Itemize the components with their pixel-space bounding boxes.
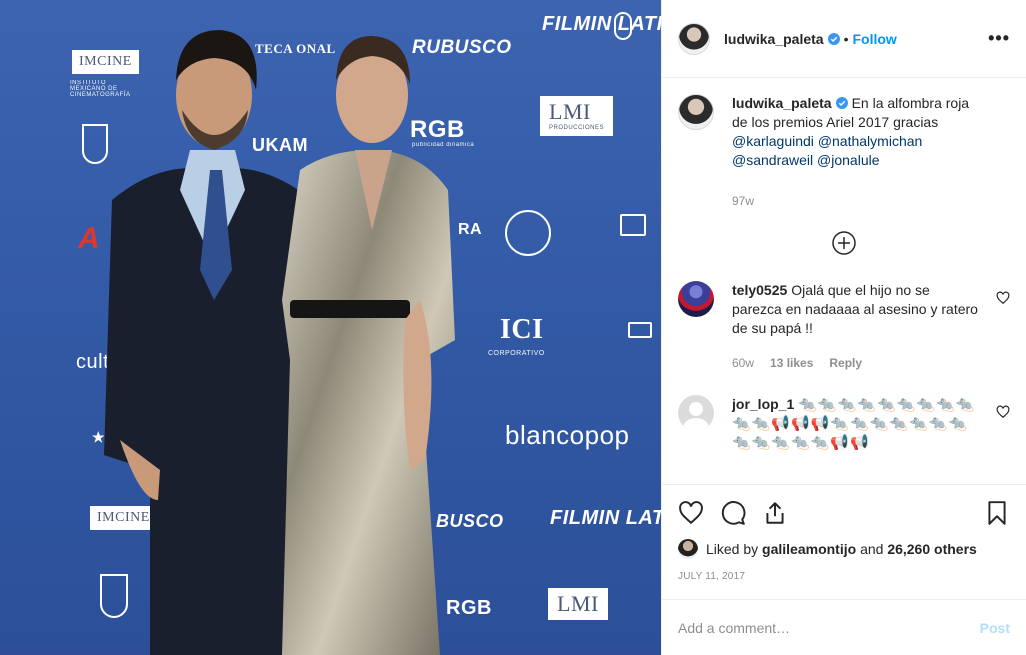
comment-time[interactable]: 60w (732, 354, 754, 373)
mention-link[interactable]: @sandraweil (732, 152, 813, 168)
liked-by-others[interactable]: 26,260 others (887, 541, 977, 557)
share-icon[interactable] (762, 500, 788, 526)
comment-input[interactable] (678, 619, 980, 636)
comment-username[interactable]: tely0525 (732, 282, 787, 298)
more-dots-icon[interactable]: ••• (988, 28, 1010, 49)
comment-item: tely0525 Ojalá que el hijo no se parezca … (678, 281, 1010, 373)
comment-meta: 60w 13 likes Reply (732, 354, 982, 373)
liked-by-user[interactable]: galileamontijo (762, 541, 856, 557)
action-icons (678, 495, 1010, 531)
plus-circle-icon[interactable] (832, 231, 856, 255)
post-actions: Liked by galileamontijo and 26,260 other… (662, 484, 1026, 589)
follow-button[interactable]: Follow (853, 31, 897, 47)
header-separator: • (843, 30, 849, 47)
mention-link[interactable]: @karlaguindi (732, 133, 814, 149)
bookmark-icon[interactable] (984, 500, 1010, 526)
liked-by: Liked by galileamontijo and 26,260 other… (678, 539, 1010, 559)
post-side-panel: ludwika_paleta • Follow ••• ludwika_pale… (661, 0, 1026, 655)
comment-like-heart-icon[interactable] (996, 405, 1010, 419)
couple-figures (104, 30, 455, 655)
author-avatar[interactable] (678, 22, 710, 55)
comments-list: ludwika_paleta En la alfombra roja de los… (662, 78, 1026, 484)
caption-avatar[interactable] (678, 94, 714, 130)
caption-verified-badge-icon (835, 97, 848, 109)
caption: ludwika_paleta En la alfombra roja de los… (678, 94, 1010, 211)
comment-like-heart-icon[interactable] (996, 291, 1010, 305)
commenter-avatar[interactable] (678, 281, 714, 317)
post-date[interactable]: JULY 11, 2017 (678, 571, 1010, 589)
caption-meta: 97w (732, 192, 982, 211)
heart-icon[interactable] (678, 500, 704, 526)
comment-body: jor_lop_1 🐀🐀🐀🐀🐀🐀🐀🐀🐀🐀🐀📢📢📢🐀🐀🐀🐀🐀🐀🐀🐀🐀🐀🐀🐀📢📢 (732, 395, 1010, 452)
woman-figure (282, 36, 455, 655)
author-username[interactable]: ludwika_paleta (724, 31, 824, 47)
post-photo[interactable]: FILMIN LATINO IMCINE INSTITUTO MEXICANO … (0, 0, 661, 655)
mention-link[interactable]: @nathalymichan (818, 133, 923, 149)
add-comment-bar: Post (662, 599, 1026, 655)
liker-avatar[interactable] (678, 539, 698, 559)
caption-username[interactable]: ludwika_paleta (732, 95, 832, 111)
comment-body: tely0525 Ojalá que el hijo no se parezca … (732, 281, 1010, 373)
caption-body: ludwika_paleta En la alfombra roja de los… (732, 94, 1010, 211)
verified-badge-icon (827, 32, 840, 45)
comment-username[interactable]: jor_lop_1 (732, 396, 794, 412)
liked-by-middle: and (860, 541, 884, 557)
commenter-avatar[interactable] (678, 395, 714, 431)
comment-item: jor_lop_1 🐀🐀🐀🐀🐀🐀🐀🐀🐀🐀🐀📢📢📢🐀🐀🐀🐀🐀🐀🐀🐀🐀🐀🐀🐀📢📢 (678, 395, 1010, 452)
mention-link[interactable]: @jonalule (817, 152, 879, 168)
liked-by-prefix: Liked by (706, 541, 759, 557)
post-comment-button[interactable]: Post (980, 620, 1010, 636)
caption-time[interactable]: 97w (732, 192, 754, 211)
comment-likes[interactable]: 13 likes (770, 354, 813, 373)
reply-button[interactable]: Reply (829, 354, 862, 373)
comment-icon[interactable] (720, 500, 746, 526)
load-more-comments[interactable] (678, 231, 1010, 255)
post-header: ludwika_paleta • Follow ••• (662, 0, 1026, 78)
instagram-post: FILMIN LATINO IMCINE INSTITUTO MEXICANO … (0, 0, 1026, 655)
